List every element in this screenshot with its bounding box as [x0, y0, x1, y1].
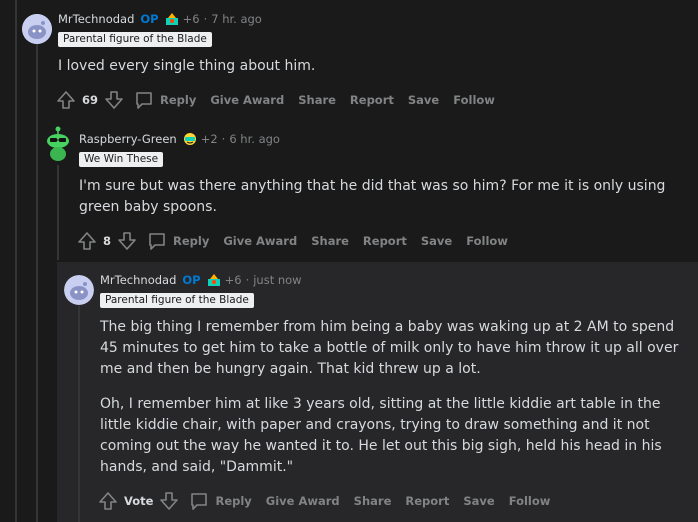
username[interactable]: MrTechnodad: [100, 272, 176, 288]
comment-bubble-icon: [136, 92, 152, 109]
award-icon[interactable]: [183, 132, 197, 146]
award-icon[interactable]: [165, 12, 179, 26]
user-flair: Parental figure of the Blade: [100, 293, 254, 308]
share-button[interactable]: Share: [311, 234, 349, 248]
report-button[interactable]: Report: [350, 93, 394, 107]
vote-count: Vote: [124, 494, 154, 508]
reply-label: Reply: [160, 93, 197, 107]
timestamp[interactable]: 7 hr. ago: [211, 11, 262, 27]
downvote-icon[interactable]: [159, 491, 179, 511]
comment-header: Raspberry-Green +2 · 6 hr. ago: [79, 131, 280, 147]
op-badge: OP: [140, 12, 159, 26]
timestamp[interactable]: just now: [253, 272, 301, 288]
reply-button[interactable]: Reply: [189, 491, 252, 511]
thread-line-level2[interactable]: [57, 165, 59, 260]
downvote-icon[interactable]: [117, 231, 137, 251]
more-awards-count[interactable]: +6: [183, 11, 200, 27]
reply-button[interactable]: Reply: [134, 90, 196, 110]
comment-body: I'm sure but was there anything that he …: [79, 176, 679, 218]
follow-button[interactable]: Follow: [453, 93, 495, 107]
follow-button[interactable]: Follow: [509, 494, 551, 508]
save-button[interactable]: Save: [421, 234, 452, 248]
comment-body: The big thing I remember from him being …: [100, 317, 680, 478]
reply-label: Reply: [173, 234, 210, 248]
follow-button[interactable]: Follow: [466, 234, 508, 248]
separator-dot: ·: [221, 132, 226, 146]
give-award-button[interactable]: Give Award: [266, 494, 340, 508]
snoo-avatar-icon: [64, 275, 94, 305]
comment-body: I loved every single thing about him.: [58, 56, 678, 77]
save-button[interactable]: Save: [463, 494, 494, 508]
comment-bubble-icon: [149, 233, 165, 250]
avatar[interactable]: [64, 275, 94, 305]
upvote-icon[interactable]: [98, 491, 118, 511]
comment-actions: 8 Reply Give Award Share Report Save Fol…: [77, 230, 508, 252]
comment-actions: 69 Reply Give Award Share Report Save Fo…: [56, 89, 495, 111]
vote-count: 69: [82, 93, 99, 107]
award-icon[interactable]: [207, 273, 221, 287]
upvote-icon[interactable]: [77, 231, 97, 251]
thread-line-level2-new[interactable]: [78, 306, 80, 522]
downvote-icon[interactable]: [104, 90, 124, 110]
more-awards-count[interactable]: +2: [201, 131, 218, 147]
save-button[interactable]: Save: [408, 93, 439, 107]
upvote-icon[interactable]: [56, 90, 76, 110]
separator-dot: ·: [203, 12, 208, 26]
comment-bubble-icon: [191, 493, 208, 510]
snoo-avatar-icon: [22, 14, 52, 44]
avatar[interactable]: [43, 126, 73, 162]
comment-paragraph: I loved every single thing about him.: [58, 58, 316, 74]
comment-paragraph: The big thing I remember from him being …: [100, 319, 679, 377]
username[interactable]: Raspberry-Green: [79, 131, 177, 147]
more-awards-count[interactable]: +6: [225, 272, 242, 288]
op-badge: OP: [182, 273, 201, 287]
vote-count: 8: [103, 234, 112, 248]
comment-paragraph: I'm sure but was there anything that he …: [79, 178, 666, 215]
user-flair: Parental figure of the Blade: [58, 32, 212, 47]
green-snoo-avatar-icon: [47, 126, 69, 161]
thread-line-level1[interactable]: [36, 44, 38, 522]
username[interactable]: MrTechnodad: [58, 11, 134, 27]
give-award-button[interactable]: Give Award: [223, 234, 297, 248]
comment-paragraph: Oh, I remember him at like 3 years old, …: [100, 396, 662, 475]
share-button[interactable]: Share: [354, 494, 392, 508]
avatar[interactable]: [22, 14, 52, 44]
reply-label: Reply: [215, 494, 252, 508]
report-button[interactable]: Report: [405, 494, 449, 508]
timestamp[interactable]: 6 hr. ago: [229, 131, 280, 147]
report-button[interactable]: Report: [363, 234, 407, 248]
thread-line-root[interactable]: [15, 0, 17, 522]
user-flair: We Win These: [79, 152, 164, 167]
comment-actions: Vote Reply Give Award Share Report Save …: [98, 490, 550, 512]
separator-dot: ·: [245, 273, 250, 287]
share-button[interactable]: Share: [298, 93, 336, 107]
reply-button[interactable]: Reply: [147, 231, 209, 251]
give-award-button[interactable]: Give Award: [210, 93, 284, 107]
comment-header: MrTechnodad OP +6 · 7 hr. ago: [58, 11, 262, 27]
comment-header: MrTechnodad OP +6 · just now: [100, 272, 302, 288]
